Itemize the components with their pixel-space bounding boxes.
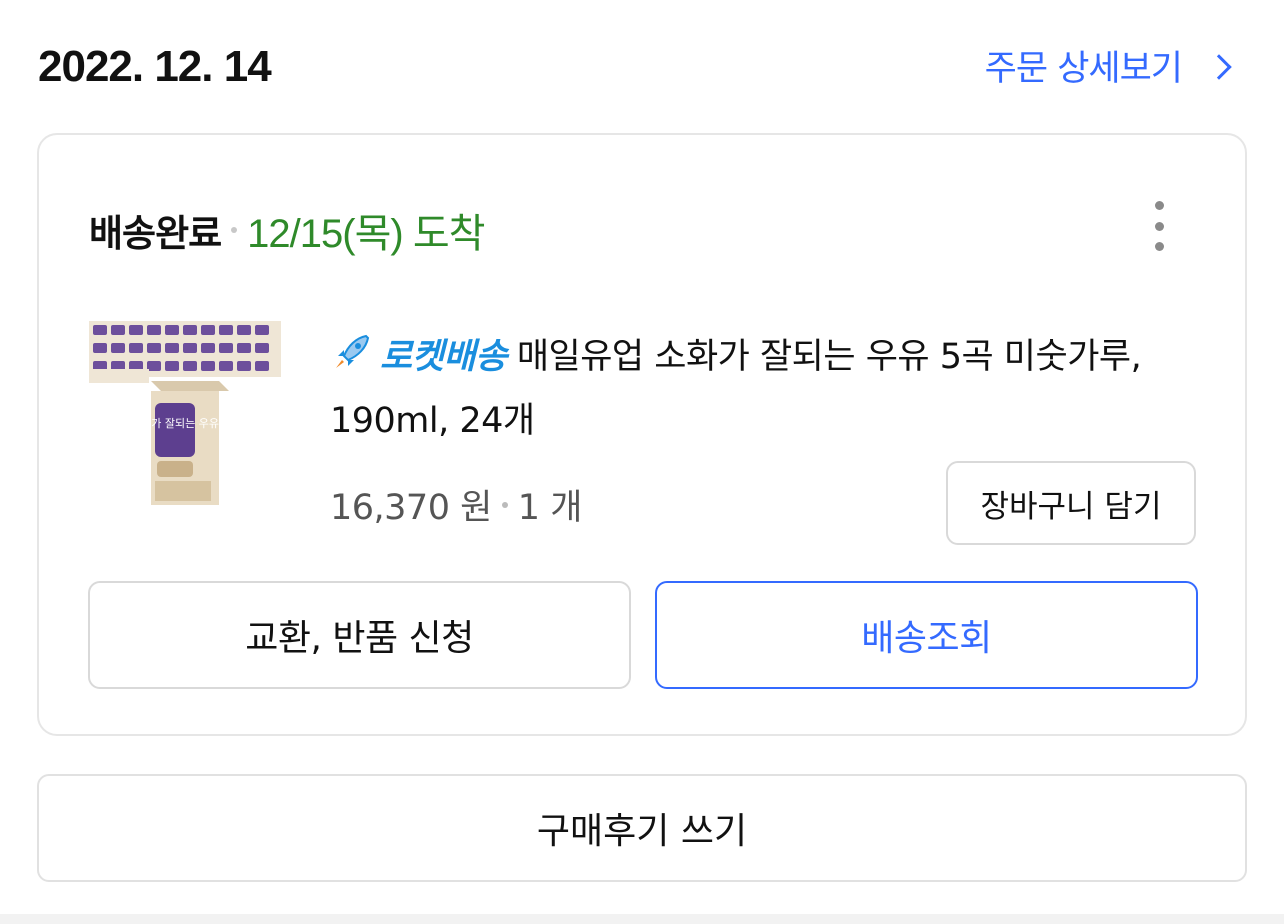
delivery-status-row: 배송완료 12/15(목) 도착 [89, 201, 485, 259]
price-row: 16,370 원 1 개 [330, 479, 582, 530]
add-to-cart-button[interactable]: 장바구니 담기 [946, 461, 1196, 545]
product-image[interactable]: 소화가 잘되는 우유 [89, 321, 281, 505]
arrival-date: 12/15(목) 도착 [247, 212, 485, 256]
track-delivery-button[interactable]: 배송조회 [655, 581, 1198, 689]
product-info: 로켓배송 매일유업 소화가 잘되는 우유 5곡 미숫가루, 190ml, 24개 [330, 325, 1190, 453]
order-date: 2022. 12. 14 [38, 42, 272, 91]
order-card: 배송완료 12/15(목) 도착 소화가 잘되는 우유 로켓배송 매일유업 소화… [37, 133, 1247, 736]
order-detail-label: 주문 상세보기 [984, 49, 1183, 89]
exchange-return-button[interactable]: 교환, 반품 신청 [88, 581, 631, 689]
product-price: 16,370 원 [330, 488, 492, 528]
chevron-right-icon [1206, 53, 1232, 80]
product-quantity: 1 개 [517, 488, 583, 528]
section-divider [0, 914, 1284, 924]
more-vertical-icon[interactable] [1149, 201, 1169, 251]
order-detail-link[interactable]: 주문 상세보기 [984, 40, 1232, 91]
separator-dot [501, 501, 508, 508]
delivery-status: 배송완료 [89, 212, 222, 255]
rocket-icon [336, 334, 370, 368]
order-list-page: 2022. 12. 14 주문 상세보기 배송완료 12/15(목) 도착 소화… [0, 0, 1284, 924]
product-image-text: 소화가 잘되는 우유 [131, 417, 219, 430]
rocket-delivery-badge: 로켓배송 [380, 337, 507, 377]
write-review-button[interactable]: 구매후기 쓰기 [37, 774, 1247, 882]
separator-dot [231, 227, 238, 233]
product-title-line[interactable]: 로켓배송 매일유업 소화가 잘되는 우유 5곡 미숫가루, 190ml, 24개 [330, 325, 1190, 453]
